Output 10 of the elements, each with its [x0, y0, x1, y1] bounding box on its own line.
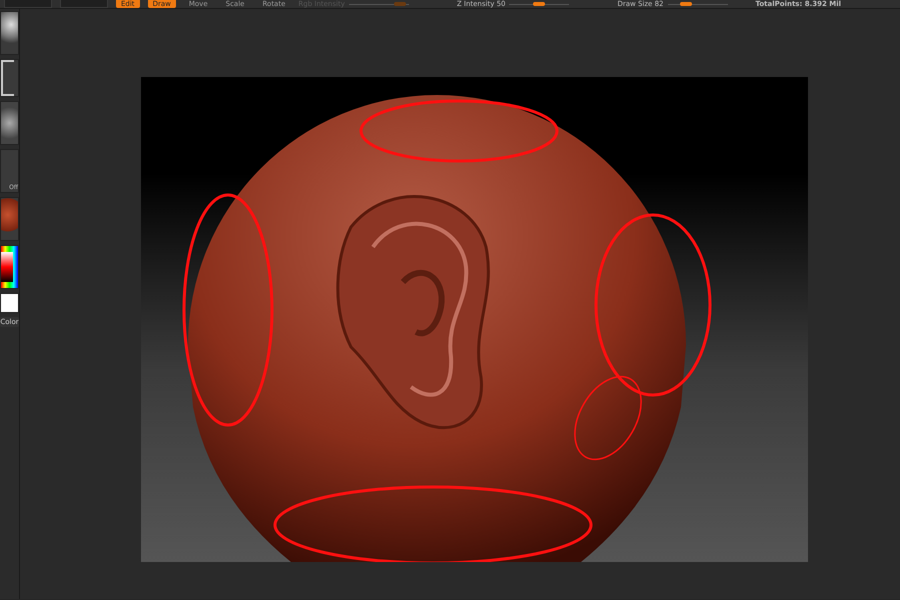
material-sphere-thumbnail[interactable]: [0, 197, 19, 241]
alpha-thumbnail[interactable]: [0, 101, 19, 145]
slider-thumb[interactable]: [533, 2, 546, 6]
slider-thumb[interactable]: [680, 2, 692, 6]
history-field[interactable]: [60, 0, 108, 8]
color-picker[interactable]: [0, 245, 19, 289]
brush-thumbnail[interactable]: [0, 11, 19, 55]
color-swatch[interactable]: [0, 293, 19, 313]
document-field[interactable]: [4, 0, 52, 8]
stroke-thumbnail[interactable]: [0, 59, 19, 97]
